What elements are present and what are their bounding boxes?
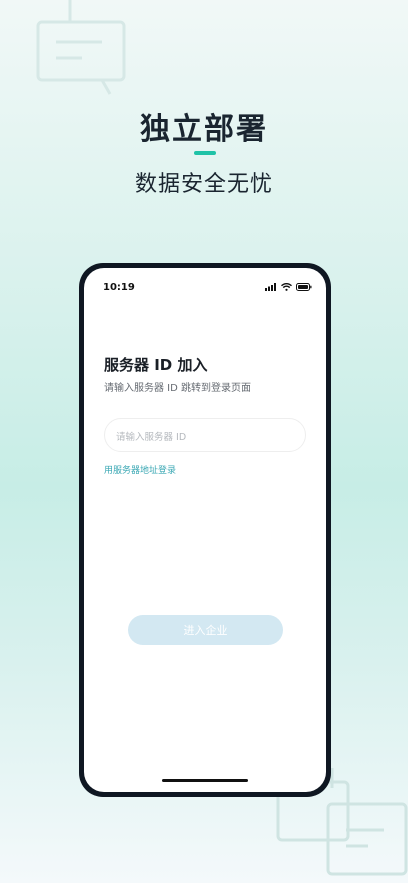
- login-by-address-link[interactable]: 用服务器地址登录: [104, 463, 176, 476]
- form-subtitle: 请输入服务器 ID 跳转到登录页面: [104, 383, 252, 394]
- chat-bubble-decoration-top: [36, 0, 126, 95]
- home-indicator: [162, 779, 248, 782]
- phone-screen: 10:19 服务器 ID 加入 请输入服务器 ID 跳转到登录页面 请输入服务器…: [84, 268, 326, 792]
- status-bar: 10:19: [84, 268, 326, 298]
- enter-enterprise-button[interactable]: 进入企业: [128, 615, 283, 645]
- phone-mockup: 10:19 服务器 ID 加入 请输入服务器 ID 跳转到登录页面 请输入服务器…: [79, 263, 331, 797]
- server-id-input[interactable]: 请输入服务器 ID: [104, 418, 306, 452]
- status-time: 10:19: [103, 282, 135, 293]
- enter-enterprise-label: 进入企业: [183, 624, 228, 637]
- server-id-input-placeholder: 请输入服务器 ID: [116, 432, 187, 443]
- wifi-icon: [281, 283, 292, 291]
- signal-icon: [265, 283, 276, 291]
- status-icons: [265, 283, 312, 291]
- form-title: 服务器 ID 加入: [104, 356, 208, 374]
- battery-icon: [296, 283, 312, 291]
- accent-divider: [194, 151, 216, 155]
- promo-headline: 独立部署: [140, 112, 268, 147]
- promo-subheadline: 数据安全无忧: [134, 172, 273, 197]
